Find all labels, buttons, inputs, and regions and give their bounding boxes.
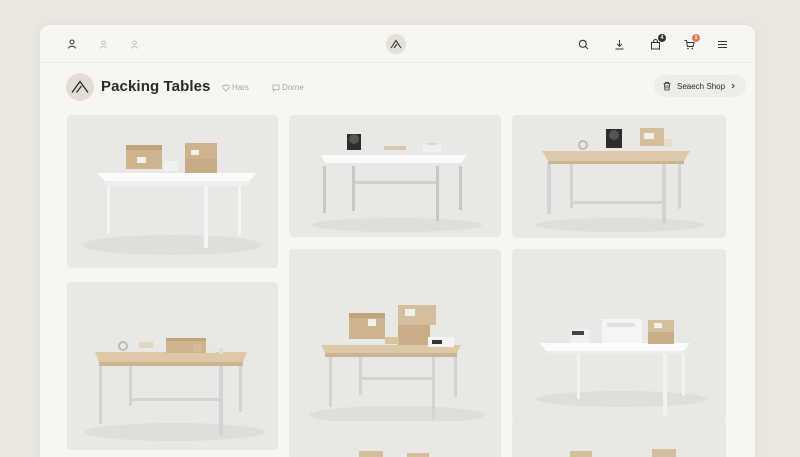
chat-bubble-icon [272,84,280,92]
product-card[interactable] [289,421,501,457]
page-header: Packing Tables Hars Dorne Seaech Shop [66,73,746,103]
store-logo-icon[interactable] [66,73,94,101]
favorites-chip[interactable]: Hars [222,83,249,92]
cart-count-badge: 1 [692,34,700,42]
chat-chip[interactable]: Dorne [272,83,304,92]
user-icon[interactable] [65,37,79,51]
product-image [535,128,705,232]
product-image [536,319,708,416]
user-outline-icon[interactable] [96,37,110,51]
product-card[interactable] [289,249,501,439]
user-outline-icon[interactable] [127,37,141,51]
product-image [312,134,482,232]
product-card[interactable] [67,282,278,450]
product-card[interactable] [289,115,501,237]
download-icon[interactable] [612,37,626,51]
product-image [570,449,676,457]
page-title: Packing Tables [101,78,211,95]
search-shop-label: Seaech Shop [677,81,726,91]
menu-icon[interactable] [715,37,729,51]
search-icon[interactable] [576,37,590,51]
heart-icon [222,84,230,92]
top-navigation-bar: 4 1 [40,25,755,63]
product-image [85,338,265,441]
product-card[interactable] [67,115,278,268]
bag-count-badge: 4 [658,34,666,42]
product-card[interactable] [512,249,726,423]
product-card[interactable] [512,115,726,238]
bag-icon[interactable]: 4 [648,34,666,51]
search-shop-button[interactable]: Seaech Shop [654,75,746,97]
trash-bin-icon [663,81,671,91]
product-card[interactable] [512,421,726,457]
chat-chip-label: Dorne [282,83,304,92]
app-window: 4 1 Packing Tables Hars Dorne Seaech Sho… [40,25,755,457]
favorites-chip-label: Hars [232,83,249,92]
cart-icon[interactable]: 1 [682,34,700,51]
product-image [309,305,485,424]
product-image [359,451,429,457]
product-image [82,143,262,255]
chevron-right-icon [731,83,735,89]
brand-logo-icon[interactable] [386,34,406,54]
